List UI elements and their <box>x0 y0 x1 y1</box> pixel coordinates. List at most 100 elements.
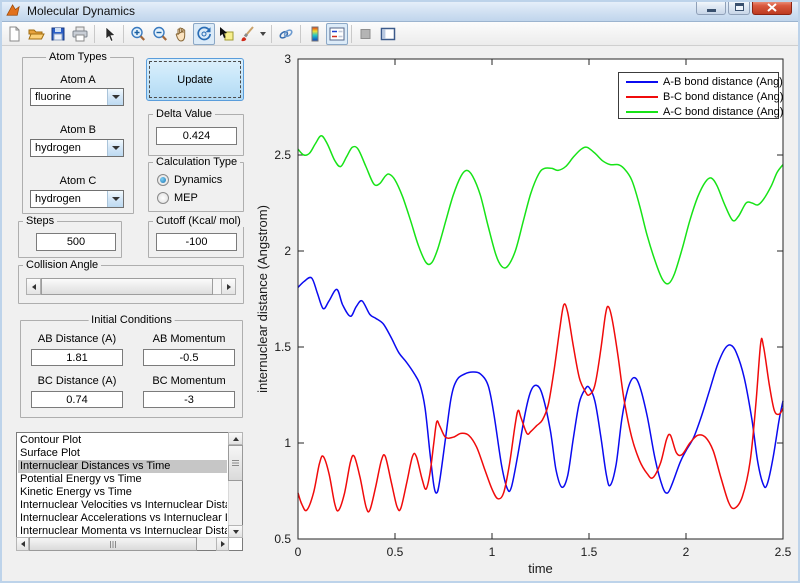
close-icon <box>767 3 777 12</box>
calculation-type-group: Calculation Type <box>148 162 244 212</box>
tool-hide-plot-tools[interactable] <box>355 23 377 45</box>
link-plots-icon <box>277 25 295 43</box>
y-tick-label: 3 <box>284 52 291 66</box>
radio-mep-dot[interactable] <box>157 192 169 204</box>
cutoff-field[interactable] <box>156 233 237 251</box>
list-item[interactable]: Contour Plot <box>18 434 227 447</box>
y-tick-label: 2.5 <box>274 148 291 162</box>
collision-angle-slider[interactable] <box>26 278 236 295</box>
y-tick-label: 1.5 <box>274 340 291 354</box>
zoom-in-icon <box>129 25 147 43</box>
tool-insert-colorbar[interactable] <box>304 23 326 45</box>
toolbar <box>0 22 800 46</box>
ab-momentum-field[interactable] <box>143 349 235 366</box>
list-item[interactable]: Surface Plot <box>18 447 227 460</box>
list-item[interactable]: Internuclear Accelerations vs Internucle… <box>18 512 227 525</box>
scroll-down-button[interactable] <box>228 525 243 538</box>
slider-thumb[interactable] <box>41 278 213 295</box>
tool-insert-legend[interactable] <box>326 23 348 45</box>
minimize-icon <box>707 9 716 12</box>
tool-data-cursor[interactable] <box>215 23 237 45</box>
atom-b-value: hydrogen <box>31 140 107 156</box>
toolbar-separator <box>351 25 352 43</box>
atom-c-dropdown[interactable]: hydrogen <box>30 190 124 208</box>
delta-value-field[interactable] <box>156 127 237 145</box>
tool-print[interactable] <box>69 23 91 45</box>
y-tick-label: 2 <box>284 244 291 258</box>
scroll-up-button[interactable] <box>228 432 243 445</box>
bc-momentum-field[interactable] <box>143 391 235 408</box>
chevron-down-icon <box>112 146 120 150</box>
radio-dynamics-dot[interactable] <box>157 174 169 186</box>
atom-a-dropdown[interactable]: fluorine <box>30 88 124 106</box>
vertical-scroll-thumb[interactable] <box>228 445 243 481</box>
show-plot-tools-icon <box>379 25 397 43</box>
listbox-vertical-scrollbar[interactable] <box>228 433 242 537</box>
insert-legend-icon <box>328 25 346 43</box>
plot-canvas[interactable]: 00.511.522.50.511.522.53timeinternuclear… <box>250 46 800 583</box>
pointer-icon <box>100 25 118 43</box>
scroll-left-button[interactable] <box>16 537 29 551</box>
close-button[interactable] <box>752 0 792 15</box>
atom-b-label: Atom B <box>22 124 134 136</box>
x-axis-label: time <box>528 561 553 576</box>
legend-line-sample <box>626 96 658 98</box>
atom-a-dropdown-button[interactable] <box>107 89 123 105</box>
tool-new-file[interactable] <box>3 23 25 45</box>
arrow-down-icon <box>233 530 239 534</box>
arrow-left-icon <box>21 541 25 547</box>
slider-left-arrow[interactable] <box>26 278 41 295</box>
open-file-icon <box>27 25 45 43</box>
ab-momentum-label: AB Momentum <box>143 333 235 345</box>
tool-open-file[interactable] <box>25 23 47 45</box>
tool-zoom-in[interactable] <box>127 23 149 45</box>
y-tick-label: 0.5 <box>274 532 291 546</box>
tool-pan[interactable] <box>171 23 193 45</box>
tool-save[interactable] <box>47 23 69 45</box>
tool-rotate-3d[interactable] <box>193 23 215 45</box>
toolbar-separator <box>300 25 301 43</box>
tool-show-plot-tools[interactable] <box>377 23 399 45</box>
ab-distance-field[interactable] <box>31 349 123 366</box>
listbox-horizontal-scrollbar[interactable] <box>17 537 228 550</box>
slider-right-arrow[interactable] <box>221 278 236 295</box>
data-cursor-icon <box>217 25 235 43</box>
arrow-right-icon <box>221 541 225 547</box>
maximize-button[interactable] <box>728 0 750 15</box>
update-button[interactable]: Update <box>146 58 244 101</box>
tool-link-plots[interactable] <box>275 23 297 45</box>
plot-background <box>298 59 783 539</box>
plot-legend[interactable]: A-B bond distance (Ang)B-C bond distance… <box>618 72 779 119</box>
atom-b-dropdown[interactable]: hydrogen <box>30 139 124 157</box>
list-item[interactable]: Internuclear Distances vs Time <box>18 460 227 473</box>
x-tick-label: 0.5 <box>387 545 404 559</box>
atom-c-label: Atom C <box>22 175 134 187</box>
atom-b-dropdown-button[interactable] <box>107 140 123 156</box>
radio-dynamics[interactable]: Dynamics <box>157 174 222 186</box>
list-item[interactable]: Kinetic Energy vs Time <box>18 486 227 499</box>
minimize-button[interactable] <box>696 0 726 15</box>
brush-dropdown-caret[interactable] <box>260 32 266 36</box>
list-item[interactable]: Internuclear Momenta vs Internuclear Dis… <box>18 525 227 536</box>
x-tick-label: 1.5 <box>581 545 598 559</box>
x-tick-label: 1 <box>489 545 496 559</box>
titlebar: Molecular Dynamics <box>0 0 800 22</box>
bc-distance-field[interactable] <box>31 391 123 408</box>
atom-c-dropdown-button[interactable] <box>107 191 123 207</box>
scroll-right-button[interactable] <box>216 537 229 551</box>
list-item[interactable]: Potential Energy vs Time <box>18 473 227 486</box>
tool-zoom-out[interactable] <box>149 23 171 45</box>
legend-label: A-C bond distance (Ang) <box>663 106 783 118</box>
tool-pointer[interactable] <box>98 23 120 45</box>
radio-mep[interactable]: MEP <box>157 192 198 204</box>
list-item[interactable]: Internuclear Velocities vs Internuclear … <box>18 499 227 512</box>
legend-entry: B-C bond distance (Ang) <box>619 89 778 104</box>
legend-label: B-C bond distance (Ang) <box>663 91 783 103</box>
steps-field[interactable] <box>36 233 116 251</box>
plot-type-listbox[interactable]: Contour PlotSurface PlotInternuclear Dis… <box>16 432 243 551</box>
horizontal-scroll-thumb[interactable] <box>29 537 197 551</box>
new-file-icon <box>5 25 23 43</box>
y-axis-label: internuclear distance (Angstrom) <box>255 205 270 393</box>
tool-brush[interactable] <box>237 23 259 45</box>
legend-label: A-B bond distance (Ang) <box>663 76 783 88</box>
